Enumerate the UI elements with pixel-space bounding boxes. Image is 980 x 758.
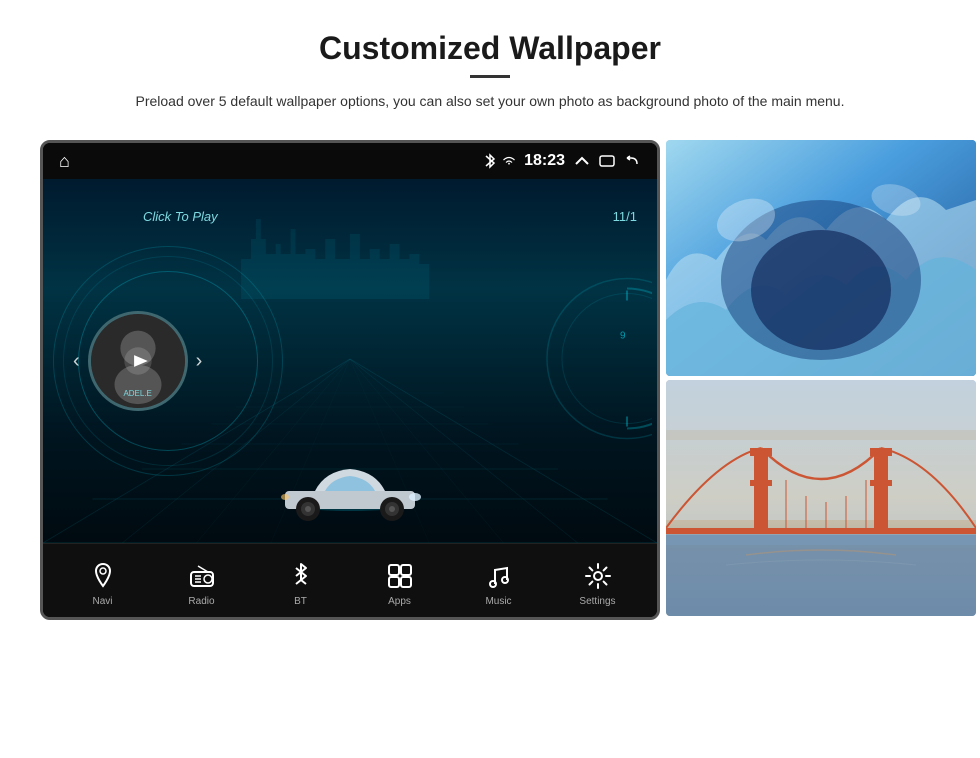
gauge-right: 9: [532, 259, 652, 464]
nav-item-bt[interactable]: BT: [251, 560, 350, 607]
content-area: ⌂ 18:23: [40, 140, 940, 620]
nav-item-apps[interactable]: Apps: [350, 560, 449, 607]
nav-label-settings: Settings: [579, 596, 615, 607]
status-bar: ⌂ 18:23: [43, 143, 657, 179]
nav-label-navi: Navi: [92, 596, 112, 607]
page-container: Customized Wallpaper Preload over 5 defa…: [0, 0, 980, 758]
car-container: [270, 443, 430, 528]
title-section: Customized Wallpaper Preload over 5 defa…: [135, 30, 844, 130]
click-to-play-label: Click To Play: [143, 209, 218, 224]
apps-icon: [384, 560, 416, 592]
car-svg: [270, 443, 430, 523]
nav-bar: Navi Radio: [43, 543, 657, 620]
status-right: 18:23: [483, 152, 641, 170]
wallpaper-thumb-ice[interactable]: [666, 140, 976, 376]
album-circle: ADEL.E: [88, 311, 188, 411]
device-main: Click To Play 11/1 ‹: [43, 179, 657, 543]
wallpaper-thumb-bridge[interactable]: [666, 380, 976, 616]
nav-label-radio: Radio: [188, 596, 214, 607]
status-left: ⌂: [59, 151, 70, 172]
prev-arrow[interactable]: ‹: [73, 350, 80, 373]
page-title: Customized Wallpaper: [135, 30, 844, 67]
wallpaper-thumbnails: [666, 140, 976, 620]
next-arrow[interactable]: ›: [196, 350, 203, 373]
page-description: Preload over 5 default wallpaper options…: [135, 90, 844, 112]
navi-icon: [87, 560, 119, 592]
date-display: 11/1: [613, 209, 637, 224]
settings-icon: [582, 560, 614, 592]
svg-text:9: 9: [620, 331, 626, 342]
status-time: 18:23: [524, 152, 565, 170]
up-arrows-icon: [573, 154, 591, 168]
nav-item-navi[interactable]: Navi: [53, 560, 152, 607]
music-icon: [483, 560, 515, 592]
radio-icon: [186, 560, 218, 592]
bluetooth-icon: [483, 153, 497, 169]
nav-label-bt: BT: [294, 596, 307, 607]
nav-item-settings[interactable]: Settings: [548, 560, 647, 607]
window-icon: [599, 155, 615, 167]
status-icons: [483, 153, 516, 169]
album-label: ADEL.E: [123, 389, 151, 398]
back-icon: [623, 154, 641, 168]
nav-label-apps: Apps: [388, 596, 411, 607]
nav-item-music[interactable]: Music: [449, 560, 548, 607]
wifi-icon: [502, 155, 516, 167]
device-screen: ⌂ 18:23: [40, 140, 660, 620]
nav-item-radio[interactable]: Radio: [152, 560, 251, 607]
home-status-icon: ⌂: [59, 151, 70, 171]
bt-nav-icon: [285, 560, 317, 592]
title-divider: [470, 75, 510, 78]
music-player: ‹ ADEL.E ›: [73, 311, 202, 411]
nav-label-music: Music: [485, 596, 511, 607]
